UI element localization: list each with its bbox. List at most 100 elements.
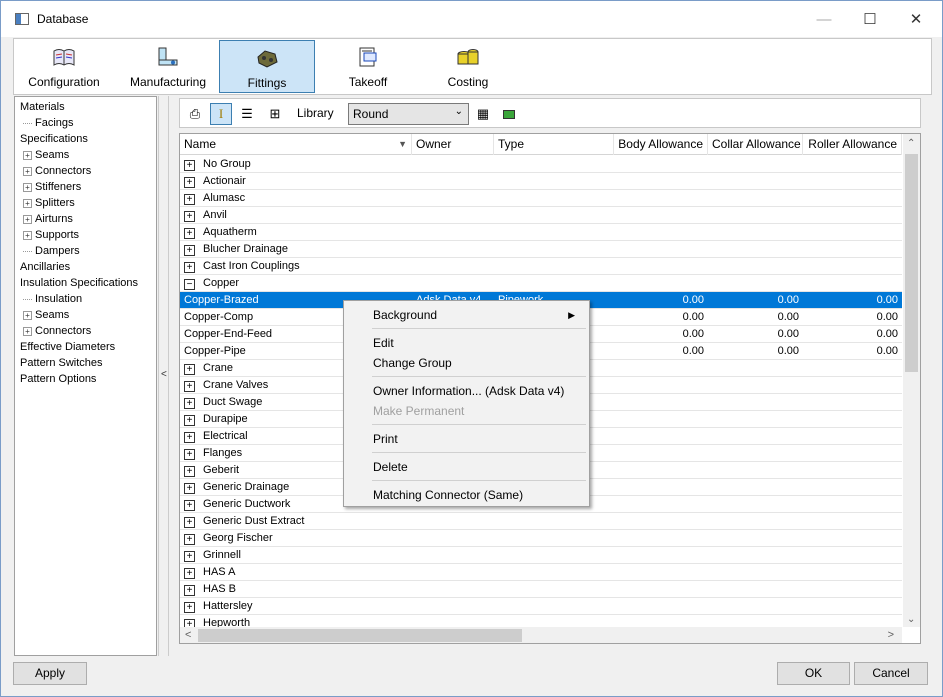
tree-item[interactable]: Facings (15, 115, 156, 131)
ribbon-costing-button[interactable]: Costing (420, 40, 516, 93)
expand-icon[interactable]: + (184, 381, 195, 392)
expand-icon[interactable]: + (184, 568, 195, 579)
tree-item[interactable]: + Stiffeners (15, 179, 156, 195)
ribbon-fittings-button[interactable]: Fittings (219, 40, 315, 93)
image-icon[interactable] (498, 103, 520, 125)
tree-item[interactable]: Specifications (15, 131, 156, 147)
column-header-owner[interactable]: Owner (412, 134, 494, 155)
horizontal-scrollbar[interactable]: < > (180, 627, 902, 643)
menu-item-matching-connector[interactable]: Matching Connector (Same) (373, 485, 523, 505)
expand-icon[interactable]: + (184, 483, 195, 494)
expand-icon[interactable]: + (23, 150, 32, 160)
expand-icon[interactable]: + (184, 177, 195, 188)
ribbon-configuration-button[interactable]: Configuration (16, 40, 112, 93)
menu-item-owner-information[interactable]: Owner Information... (Adsk Data v4) (373, 381, 564, 401)
menu-item-background[interactable]: Background ▶ (373, 305, 583, 325)
tree-item[interactable]: + Supports (15, 227, 156, 243)
expand-icon[interactable]: + (23, 182, 32, 192)
minimize-button[interactable]: — (801, 1, 847, 37)
stack-icon[interactable]: ☰ (236, 103, 258, 125)
vertical-scroll-thumb[interactable] (905, 154, 918, 372)
group-row[interactable]: + HAS A (180, 564, 902, 581)
group-row[interactable]: + Cast Iron Couplings (180, 258, 902, 275)
group-row[interactable]: + Blucher Drainage (180, 241, 902, 258)
expand-icon[interactable]: + (23, 310, 32, 320)
tree-item[interactable]: Insulation (15, 291, 156, 307)
group-row[interactable]: + Georg Fischer (180, 530, 902, 547)
maximize-button[interactable]: ☐ (847, 1, 893, 37)
group-row[interactable]: + Aquatherm (180, 224, 902, 241)
close-button[interactable]: ✕ (893, 1, 939, 37)
group-row[interactable]: + Anvil (180, 207, 902, 224)
tree-item[interactable]: + Seams (15, 307, 156, 323)
menu-item-delete[interactable]: Delete (373, 457, 408, 477)
expand-icon[interactable]: + (184, 585, 195, 596)
expand-icon[interactable]: + (23, 230, 32, 240)
expand-icon[interactable]: + (184, 228, 195, 239)
horizontal-scroll-thumb[interactable] (198, 629, 522, 642)
tree-item[interactable]: + Connectors (15, 323, 156, 339)
ribbon-takeoff-button[interactable]: Takeoff (320, 40, 416, 93)
scroll-down-icon[interactable]: ⌄ (907, 614, 915, 625)
tree-item[interactable]: Ancillaries (15, 259, 156, 275)
cancel-button[interactable]: Cancel (854, 662, 928, 685)
expand-icon[interactable]: + (184, 500, 195, 511)
tree-item[interactable]: Pattern Options (15, 371, 156, 387)
tree-item[interactable]: Materials (15, 99, 156, 115)
group-row[interactable]: + Actionair (180, 173, 902, 190)
tree-item[interactable]: Insulation Specifications (15, 275, 156, 291)
menu-item-change-group[interactable]: Change Group (373, 353, 452, 373)
apply-button[interactable]: Apply (13, 662, 87, 685)
expand-icon[interactable]: + (184, 534, 195, 545)
ok-button[interactable]: OK (777, 662, 850, 685)
tree-item[interactable]: Pattern Switches (15, 355, 156, 371)
expand-icon[interactable]: + (184, 602, 195, 613)
collapse-arrow-icon[interactable]: < (161, 369, 167, 380)
expand-icon[interactable]: + (23, 326, 32, 336)
expand-icon[interactable]: + (184, 194, 195, 205)
tree-item[interactable]: + Airturns (15, 211, 156, 227)
text-cursor-icon[interactable]: I (210, 103, 232, 125)
expand-icon[interactable]: + (184, 449, 195, 460)
group-row[interactable]: + Hattersley (180, 598, 902, 615)
expand-icon[interactable]: + (184, 415, 195, 426)
scroll-up-icon[interactable]: ⌃ (907, 138, 915, 149)
group-row[interactable]: + Alumasc (180, 190, 902, 207)
panel-splitter[interactable]: < (158, 96, 169, 656)
table-icon[interactable]: ▦ (472, 103, 494, 125)
tree-item[interactable]: Dampers (15, 243, 156, 259)
expand-icon[interactable]: + (184, 364, 195, 375)
tree-item[interactable]: + Seams (15, 147, 156, 163)
expand-icon[interactable]: + (184, 466, 195, 477)
column-header-roller-allowance[interactable]: Roller Allowance (803, 134, 902, 155)
scroll-left-icon[interactable]: < (185, 629, 191, 641)
expand-icon[interactable]: + (184, 398, 195, 409)
column-header-type[interactable]: Type (494, 134, 614, 155)
column-header-collar-allowance[interactable]: Collar Allowance (708, 134, 803, 155)
column-header-name[interactable]: Name ▼ (180, 134, 412, 155)
expand-icon[interactable]: + (23, 166, 32, 176)
group-row[interactable]: + No Group (180, 156, 902, 173)
collapse-icon[interactable]: − (184, 279, 195, 290)
menu-item-print[interactable]: Print (373, 429, 398, 449)
column-header-body-allowance[interactable]: Body Allowance (614, 134, 708, 155)
expand-icon[interactable]: + (184, 432, 195, 443)
group-row[interactable]: + Grinnell (180, 547, 902, 564)
expand-icon[interactable]: + (184, 517, 195, 528)
expand-icon[interactable]: + (184, 211, 195, 222)
menu-item-edit[interactable]: Edit (373, 333, 394, 353)
tree-item[interactable]: + Connectors (15, 163, 156, 179)
grid-lines-icon[interactable]: ⊞ (264, 103, 286, 125)
expand-icon[interactable]: + (23, 198, 32, 208)
group-row[interactable]: + HAS B (180, 581, 902, 598)
expand-icon[interactable]: + (184, 262, 195, 273)
expand-icon[interactable]: + (184, 551, 195, 562)
scroll-right-icon[interactable]: > (888, 629, 894, 641)
group-row[interactable]: + Generic Dust Extract (180, 513, 902, 530)
tree-item[interactable]: Effective Diameters (15, 339, 156, 355)
expand-icon[interactable]: + (184, 160, 195, 171)
expand-icon[interactable]: + (23, 214, 32, 224)
group-row[interactable]: − Copper (180, 275, 902, 292)
library-select[interactable]: Round ⌄ (348, 103, 469, 125)
print-icon[interactable]: ⎙ (184, 103, 206, 125)
